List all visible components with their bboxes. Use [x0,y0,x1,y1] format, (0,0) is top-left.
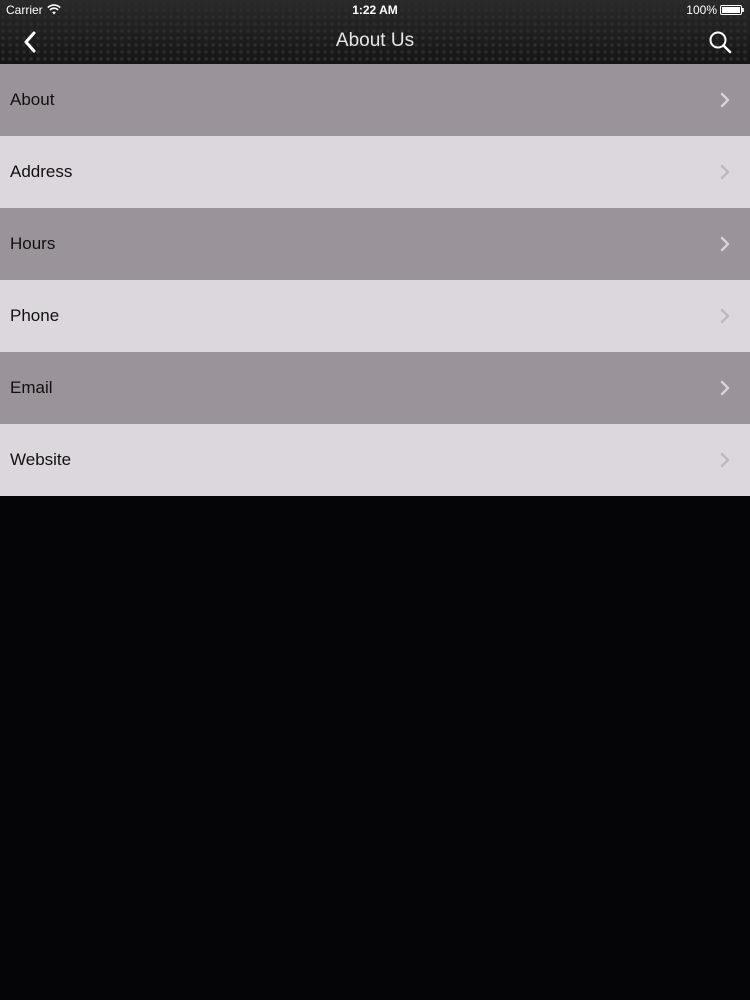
menu-item-email[interactable]: Email [0,352,750,424]
chevron-right-icon [720,236,730,252]
chevron-right-icon [720,308,730,324]
status-bar: Carrier 1:22 AM 100% [0,0,750,20]
about-menu-list: About Address Hours Phone Email Website [0,64,750,496]
status-time: 1:22 AM [352,3,398,17]
chevron-right-icon [720,92,730,108]
battery-percentage: 100% [686,3,717,17]
menu-item-label: Email [10,378,53,397]
menu-item-phone[interactable]: Phone [0,280,750,352]
menu-item-label: Website [10,450,72,469]
menu-item-website[interactable]: Website [0,424,750,496]
menu-item-label: Phone [10,306,60,325]
menu-item-label: About [10,90,55,109]
navigation-bar: About Us [0,20,750,64]
top-chrome: Carrier 1:22 AM 100% About Us [0,0,750,65]
page-title: About Us [335,30,415,51]
search-button[interactable] [704,26,736,58]
app-screen: Carrier 1:22 AM 100% About Us About Addr… [0,0,750,1000]
menu-item-label: Address [10,162,73,181]
chevron-right-icon [720,380,730,396]
menu-item-hours[interactable]: Hours [0,208,750,280]
chevron-right-icon [720,452,730,468]
menu-item-label: Hours [10,234,56,253]
search-icon [709,31,732,54]
menu-item-about[interactable]: About [0,64,750,136]
chevron-right-icon [720,164,730,180]
battery-icon [720,5,744,15]
menu-item-address[interactable]: Address [0,136,750,208]
